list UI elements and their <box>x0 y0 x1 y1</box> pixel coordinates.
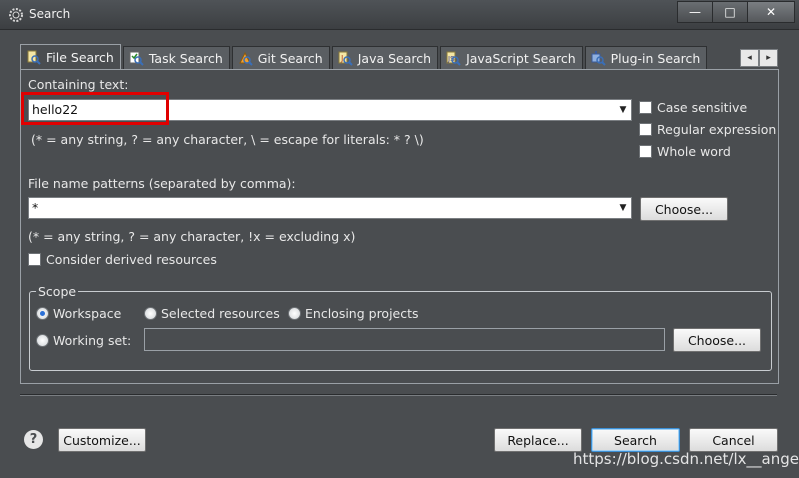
checkbox-icon[interactable] <box>639 123 652 136</box>
enclosing-projects-label: Enclosing projects <box>305 306 419 321</box>
checkbox-icon[interactable] <box>639 101 652 114</box>
selected-resources-label: Selected resources <box>161 306 280 321</box>
scope-title: Scope <box>36 284 79 299</box>
working-set-label: Working set: <box>53 333 132 348</box>
window-title: Search <box>29 7 71 21</box>
file-patterns-value[interactable]: * <box>32 200 38 215</box>
task-search-icon <box>129 51 144 66</box>
radio-icon[interactable] <box>36 334 49 347</box>
tab-javascript-search[interactable]: JS JavaScript Search <box>440 46 583 69</box>
file-patterns-label: File name patterns (separated by comma): <box>28 176 296 191</box>
working-set-field[interactable] <box>144 328 665 351</box>
tab-label: Java Search <box>357 50 432 66</box>
minimize-button[interactable]: — <box>677 1 713 23</box>
help-icon[interactable]: ? <box>24 430 43 449</box>
chevron-down-icon[interactable]: ▼ <box>615 198 631 218</box>
tab-scroll-left-icon[interactable]: ◂ <box>740 49 759 67</box>
tab-scroll: ◂ ▸ <box>740 49 778 67</box>
workspace-radio[interactable]: Workspace <box>36 306 121 321</box>
regex-checkbox[interactable]: Regular expression <box>639 122 776 137</box>
java-search-icon: J <box>338 51 353 66</box>
tab-label: Plug-in Search <box>610 50 701 66</box>
choose-patterns-button[interactable]: Choose... <box>640 197 728 221</box>
close-button[interactable]: ✕ <box>747 1 795 23</box>
tab-scroll-right-icon[interactable]: ▸ <box>759 49 778 67</box>
checkbox-icon[interactable] <box>639 145 652 158</box>
customize-button[interactable]: Customize... <box>58 428 146 452</box>
case-sensitive-label: Case sensitive <box>657 100 748 115</box>
containing-text-hint: (* = any string, ? = any character, \ = … <box>31 132 424 147</box>
tab-label: File Search <box>46 49 114 65</box>
watermark-text: https://blog.csdn.net/lx__angel <box>573 450 799 468</box>
tab-file-search[interactable]: File Search <box>20 44 121 69</box>
svg-text:J: J <box>340 54 343 63</box>
choose-working-set-button[interactable]: Choose... <box>673 328 761 352</box>
javascript-search-icon: JS <box>446 51 461 66</box>
replace-button[interactable]: Replace... <box>494 428 582 452</box>
containing-text-label: Containing text: <box>28 77 129 92</box>
file-search-icon <box>27 50 41 65</box>
regex-label: Regular expression <box>657 122 777 137</box>
chevron-down-icon[interactable]: ▼ <box>615 100 631 120</box>
working-set-radio[interactable]: Working set: <box>36 333 131 348</box>
maximize-button[interactable]: □ <box>712 1 748 23</box>
case-sensitive-checkbox[interactable]: Case sensitive <box>639 100 747 115</box>
svg-text:JS: JS <box>447 55 455 63</box>
checkbox-icon[interactable] <box>28 253 41 266</box>
tab-label: JavaScript Search <box>466 50 576 66</box>
tab-task-search[interactable]: Task Search <box>122 46 230 69</box>
search-button[interactable]: Search <box>591 428 680 452</box>
radio-icon[interactable] <box>144 307 157 320</box>
eclipse-gear-icon <box>9 8 23 22</box>
tab-label: Task Search <box>148 50 223 66</box>
red-highlight-box <box>21 92 169 125</box>
whole-word-checkbox[interactable]: Whole word <box>639 144 731 159</box>
selected-resources-radio[interactable]: Selected resources <box>144 306 280 321</box>
file-patterns-combo[interactable]: * ▼ <box>28 197 632 219</box>
whole-word-label: Whole word <box>657 144 731 159</box>
workspace-label: Workspace <box>53 306 122 321</box>
cancel-button[interactable]: Cancel <box>689 428 778 452</box>
file-patterns-hint: (* = any string, ? = any character, !x =… <box>28 229 356 244</box>
radio-icon[interactable] <box>288 307 301 320</box>
enclosing-projects-radio[interactable]: Enclosing projects <box>288 306 419 321</box>
divider <box>20 394 777 396</box>
tab-label: Git Search <box>257 50 323 66</box>
tab-plugin-search[interactable]: Plug-in Search <box>584 46 708 69</box>
git-search-icon <box>238 51 253 66</box>
tab-java-search[interactable]: J Java Search <box>331 46 439 69</box>
plugin-search-icon <box>591 51 606 66</box>
title-bar: Search — □ ✕ <box>0 0 799 30</box>
search-tabs: File Search Task Search Git Search J Jav… <box>20 44 709 70</box>
derived-resources-label: Consider derived resources <box>46 252 217 267</box>
radio-selected-icon[interactable] <box>36 307 49 320</box>
derived-resources-checkbox[interactable]: Consider derived resources <box>28 252 217 267</box>
tab-git-search[interactable]: Git Search <box>231 46 330 69</box>
